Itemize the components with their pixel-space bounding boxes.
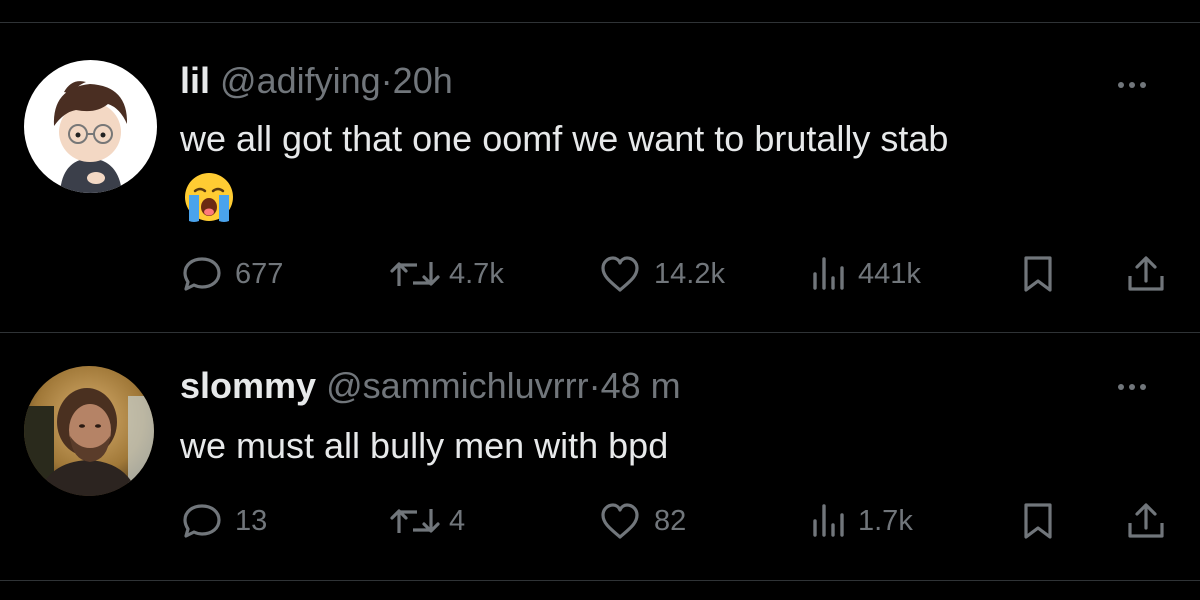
tweet[interactable]: slommy @sammichluvrrr·48 m we must all b… [0,333,1200,580]
display-name[interactable]: slommy [180,365,316,406]
like-count: 14.2k [654,257,725,290]
tweet-actions: 13 4 82 1.7k [0,499,1200,543]
more-options-icon[interactable] [1112,75,1152,95]
tweet-text: we all got that one oomf we want to brut… [180,118,949,159]
repost-icon [390,262,440,286]
bar-chart-icon [813,504,844,537]
repost-icon [390,509,440,533]
share-icon [1128,256,1164,291]
share-button[interactable] [1124,252,1168,296]
share-icon [1128,503,1164,538]
reply-button[interactable]: 677 [181,252,283,296]
reply-count: 13 [235,504,268,537]
views-button[interactable]: 441k [808,252,921,296]
repost-button[interactable]: 4 [387,499,465,543]
display-name[interactable]: lil [180,60,210,101]
view-count: 441k [858,257,921,290]
like-button[interactable]: 14.2k [598,252,725,296]
bookmark-button[interactable] [1020,499,1056,543]
tweet-text: we must all bully men with bpd [180,425,669,466]
timestamp[interactable]: 48 m [601,365,681,406]
heart-icon [601,503,639,539]
avatar[interactable] [24,60,157,193]
timestamp[interactable]: 20h [393,60,453,101]
separator: · [588,365,601,406]
reply-button[interactable]: 13 [181,499,267,543]
bookmark-icon [1024,256,1052,292]
views-button[interactable]: 1.7k [808,499,913,543]
reply-icon [183,504,221,538]
like-count: 82 [654,504,687,537]
like-button[interactable]: 82 [598,499,686,543]
repost-button[interactable]: 4.7k [387,252,504,296]
share-button[interactable] [1124,499,1168,543]
bookmark-button[interactable] [1020,252,1056,296]
tweet[interactable]: lil @adifying·20h we all got that one oo… [0,23,1200,332]
repost-count: 4.7k [449,257,504,290]
view-count: 1.7k [858,504,913,537]
more-options-icon[interactable] [1112,377,1152,397]
reply-count: 677 [235,257,284,290]
loudly-crying-face-icon [183,171,235,223]
bottom-divider [0,580,1200,581]
repost-count: 4 [449,504,466,537]
tweet-actions: 677 4.7k 14.2k 441k [0,252,1200,296]
tweet-header: slommy @sammichluvrrr·48 m [180,364,681,408]
user-handle[interactable]: @sammichluvrrr [326,365,589,406]
avatar[interactable] [24,366,154,496]
reply-icon [183,257,221,291]
separator: · [380,60,393,101]
tweet-header: lil @adifying·20h [180,59,453,103]
bar-chart-icon [813,257,844,290]
heart-icon [601,256,639,292]
user-handle[interactable]: @adifying [220,60,381,101]
bookmark-icon [1024,503,1052,539]
